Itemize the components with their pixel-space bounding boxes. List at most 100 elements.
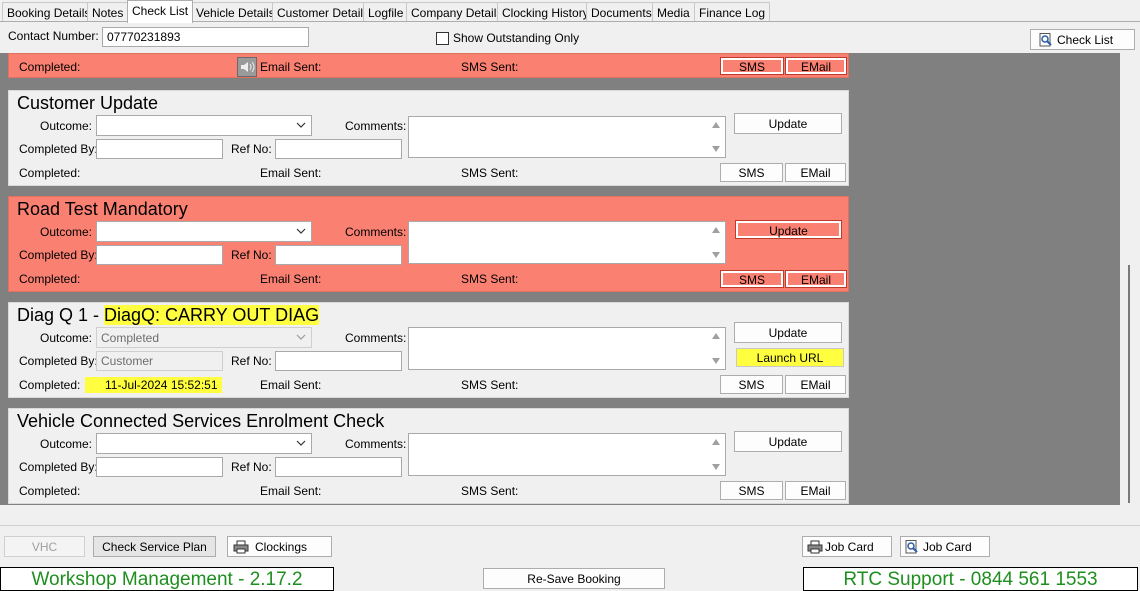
comments-textarea[interactable]	[408, 433, 726, 476]
vhc-button[interactable]: VHC	[4, 536, 85, 557]
outcome-select[interactable]	[96, 115, 312, 136]
comments-label: Comments:	[345, 225, 407, 239]
sms-sent-label: SMS Sent:	[461, 166, 519, 180]
tab-documents[interactable]: Documents	[586, 2, 657, 21]
tab-customer-details[interactable]: Customer Details	[272, 2, 375, 21]
scrollbar-thumb[interactable]	[1128, 265, 1130, 503]
resave-booking-button[interactable]: Re-Save Booking	[483, 568, 665, 589]
item-title-prefix: Diag Q 1 -	[17, 305, 105, 325]
completed-by-label: Completed By:	[19, 248, 98, 262]
email-sent-label: Email Sent:	[260, 272, 322, 286]
comments-textarea[interactable]	[408, 116, 726, 158]
show-outstanding-checkbox[interactable]	[436, 32, 449, 45]
clockings-label: Clockings	[255, 540, 308, 554]
completed-by-field[interactable]	[96, 457, 223, 477]
email-button[interactable]: EMail	[785, 270, 847, 288]
scroll-down-icon	[712, 146, 720, 152]
outcome-select[interactable]	[96, 433, 312, 454]
comments-scrollbar[interactable]	[708, 328, 725, 369]
magnifier-icon	[905, 540, 918, 554]
comments-label: Comments:	[345, 119, 407, 133]
ref-no-field[interactable]	[275, 139, 402, 159]
completed-by-field[interactable]: Customer	[96, 351, 223, 371]
chevron-down-icon	[296, 334, 306, 340]
item-title: Vehicle Connected Services Enrolment Che…	[17, 411, 385, 431]
chevron-down-icon	[296, 228, 306, 234]
completed-label: Completed:	[19, 378, 81, 392]
comments-label: Comments:	[345, 331, 407, 345]
scroll-up-icon	[712, 122, 720, 128]
outcome-label: Outcome:	[40, 119, 93, 133]
vertical-scrollbar[interactable]	[1120, 53, 1140, 505]
update-button[interactable]: Update	[735, 220, 842, 239]
comments-textarea[interactable]	[408, 327, 726, 370]
job-card-label: Job Card	[923, 540, 972, 554]
outcome-select[interactable]	[96, 221, 312, 242]
tab-finance-log[interactable]: Finance Log	[694, 2, 771, 21]
email-button[interactable]: EMail	[785, 163, 846, 182]
tab-booking-details[interactable]: Booking Details	[2, 2, 96, 21]
update-button[interactable]: Update	[734, 113, 842, 134]
completed-label: Completed:	[19, 484, 81, 498]
check-service-plan-button[interactable]: Check Service Plan	[93, 536, 216, 557]
sms-button[interactable]: SMS	[720, 270, 784, 288]
ref-no-field[interactable]	[275, 245, 402, 265]
sms-sent-label: SMS Sent:	[461, 60, 519, 74]
sms-button[interactable]: SMS	[720, 375, 783, 394]
tab-notes[interactable]: Notes	[87, 2, 129, 21]
tab-vehicle-details[interactable]: Vehicle Details	[191, 2, 280, 21]
completed-by-field[interactable]	[96, 245, 223, 265]
tab-clocking-history[interactable]: Clocking History	[497, 2, 594, 21]
completed-by-field[interactable]	[96, 139, 223, 159]
item-title: Road Test Mandatory	[17, 199, 188, 219]
ref-no-field[interactable]	[275, 457, 402, 477]
tab-logfile[interactable]: Logfile	[363, 2, 409, 21]
check-list-button-label: Check List	[1057, 33, 1114, 47]
outcome-label: Outcome:	[40, 437, 93, 451]
ref-no-label: Ref No:	[231, 354, 272, 368]
comments-textarea[interactable]	[408, 221, 726, 264]
checklist-item-vehicle-connected: Vehicle Connected Services Enrolment Che…	[8, 408, 849, 504]
item-title-highlight: DiagQ: CARRY OUT DIAG	[104, 305, 320, 325]
job-card-preview-button[interactable]: Job Card	[900, 536, 990, 557]
completed-label: Completed:	[19, 60, 81, 74]
update-button[interactable]: Update	[734, 431, 842, 452]
ref-no-field[interactable]	[275, 351, 402, 371]
scroll-up-icon	[712, 333, 720, 339]
job-card-label: Job Card	[825, 540, 874, 554]
clockings-button[interactable]: Clockings	[227, 536, 332, 557]
email-button[interactable]: EMail	[785, 481, 846, 500]
checklist-item-diag-q1: Diag Q 1 - DiagQ: CARRY OUT DIAG Outcome…	[8, 302, 849, 398]
email-sent-label: Email Sent:	[260, 166, 322, 180]
sms-button[interactable]: SMS	[720, 57, 784, 75]
tab-company-details[interactable]: Company Details	[406, 2, 508, 21]
footer-divider	[0, 525, 1140, 526]
comments-scrollbar[interactable]	[708, 434, 725, 475]
check-list-button[interactable]: Check List	[1030, 29, 1135, 50]
comments-scrollbar[interactable]	[708, 222, 725, 263]
app-version-label: Workshop Management - 2.17.2	[0, 567, 334, 591]
sms-button[interactable]: SMS	[720, 163, 783, 182]
scroll-down-icon	[712, 464, 720, 470]
completed-by-label: Completed By:	[19, 142, 98, 156]
outcome-select[interactable]: Completed	[96, 327, 312, 348]
sms-button[interactable]: SMS	[720, 481, 783, 500]
email-button[interactable]: EMail	[785, 375, 846, 394]
speaker-icon[interactable]	[237, 57, 257, 77]
contact-number-field[interactable]: 07770231893	[102, 27, 309, 47]
checklist-item-partial: Completed: Email Sent: SMS Sent: SMS EMa…	[8, 53, 849, 78]
update-button[interactable]: Update	[734, 322, 842, 343]
chevron-down-icon	[296, 440, 306, 446]
completed-label: Completed:	[19, 272, 81, 286]
sms-sent-label: SMS Sent:	[461, 484, 519, 498]
comments-scrollbar[interactable]	[708, 117, 725, 157]
tab-bar: Booking Details Notes Check List Vehicle…	[0, 0, 1140, 23]
email-button[interactable]: EMail	[785, 57, 847, 75]
outcome-label: Outcome:	[40, 225, 93, 239]
tab-media[interactable]: Media	[652, 2, 695, 21]
scroll-up-icon	[712, 439, 720, 445]
tab-check-list[interactable]: Check List	[127, 0, 194, 23]
completed-label: Completed:	[19, 166, 81, 180]
job-card-print-button[interactable]: Job Card	[802, 536, 892, 557]
launch-url-button[interactable]: Launch URL	[736, 348, 844, 367]
